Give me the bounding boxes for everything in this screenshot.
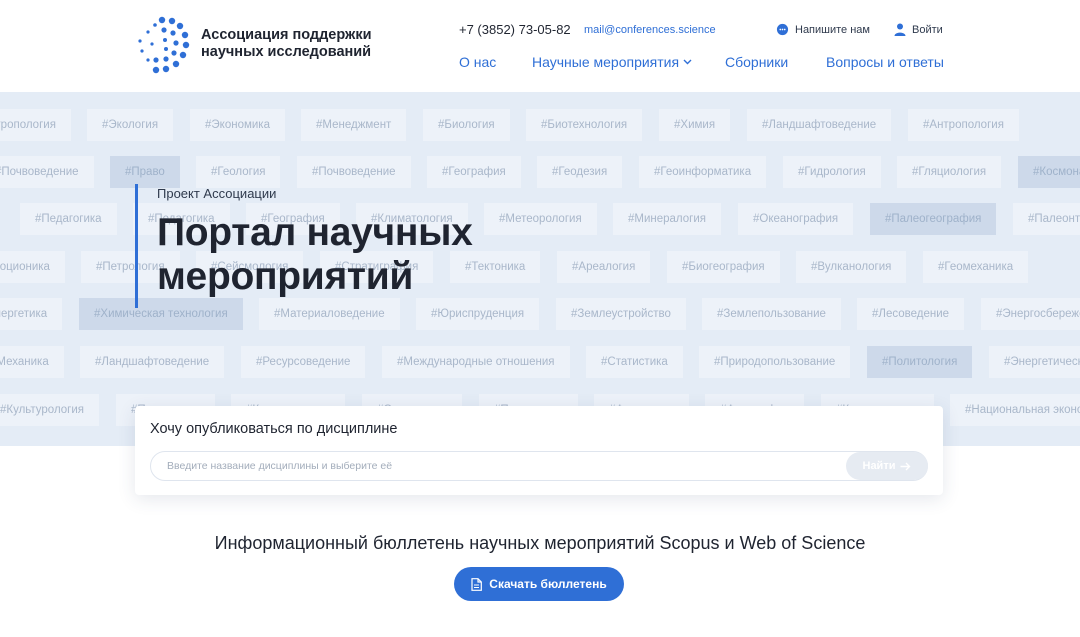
discipline-tag[interactable]: #Геология [196,156,281,188]
discipline-tag[interactable]: #Энергосбережение [981,298,1080,330]
login-link[interactable]: Войти [894,23,943,36]
discipline-tag[interactable]: #Экология [87,109,174,141]
phone-link[interactable]: +7 (3852) 73-05-82 [459,22,571,37]
page-title-line-2: мероприятий [157,255,414,298]
discipline-tag[interactable]: #Национальная экономика [950,394,1080,426]
logo-line-2: научных исследований [201,44,372,60]
logo-line-1: Ассоциация поддержки [201,27,372,43]
download-bulletin-button[interactable]: Скачать бюллетень [454,567,624,601]
discipline-tag[interactable]: #Соционика [0,251,65,283]
discipline-tag[interactable]: #Химия [659,109,731,141]
hero-subtitle: Проект Ассоциации [157,186,277,201]
discipline-tag[interactable]: #Политология [867,346,973,378]
discipline-tag[interactable]: #Почвоведение [297,156,411,188]
logo-icon[interactable] [134,16,190,76]
discipline-search-card: Хочу опубликоваться по дисциплине Найти [135,406,943,495]
discipline-tag[interactable]: #Культурология [0,394,100,426]
discipline-tag[interactable]: #Геодезия [537,156,623,188]
discipline-tag[interactable]: #Метеорология [484,203,597,235]
discipline-tag[interactable]: #Антропология [0,109,71,141]
discipline-tag[interactable]: #Ландшафтоведение [80,346,225,378]
page-title: Портал научных мероприятий [157,211,473,299]
discipline-tag[interactable]: #Ландшафтоведение [747,109,892,141]
chat-icon [776,23,789,36]
discipline-tag[interactable]: #Педагогика [20,203,117,235]
discipline-tag[interactable]: #Природопользование [699,346,851,378]
nav-faq[interactable]: Вопросы и ответы [826,54,944,70]
hero-accent-bar [135,184,138,308]
discipline-tag[interactable]: #Юриспруденция [416,298,540,330]
download-bulletin-label: Скачать бюллетень [489,577,607,591]
discipline-tag[interactable]: #География [427,156,521,188]
discipline-tag[interactable]: #Механика [0,346,64,378]
discipline-tag[interactable]: #Биогеография [667,251,780,283]
chevron-down-icon [683,59,692,65]
email-link[interactable]: mail@conferences.science [584,24,716,36]
discipline-tag[interactable]: #Землепользование [702,298,841,330]
discipline-tag[interactable]: #Материаловедение [259,298,400,330]
discipline-tag[interactable]: #Палеогеография [870,203,997,235]
document-icon [471,577,483,591]
discipline-tag[interactable]: #Вулканология [796,251,907,283]
discipline-tag[interactable]: #Статистика [586,346,683,378]
nav-about[interactable]: О нас [459,54,496,70]
discipline-tag[interactable]: #Космонавтика [1018,156,1080,188]
discipline-tag[interactable]: #Геоинформатика [639,156,767,188]
discipline-tag[interactable]: #Энергетика [0,298,63,330]
find-button-label: Найти [862,460,896,472]
bulletin-title: Информационный бюллетень научных меропри… [214,533,866,553]
discipline-tag[interactable]: #Антропология [908,109,1019,141]
arrow-right-icon [900,462,911,470]
discipline-tag[interactable]: #Ресурсоведение [241,346,366,378]
discipline-tag[interactable]: #Почвоведение [0,156,94,188]
nav-collections[interactable]: Сборники [725,54,788,70]
search-card-title: Хочу опубликоваться по дисциплине [150,421,398,437]
site-header: Ассоциация поддержки научных исследовани… [0,0,1080,92]
discipline-tag[interactable]: #Международные отношения [382,346,570,378]
page-title-line-1: Портал научных [157,211,473,254]
discipline-tag[interactable]: #Экономика [190,109,285,141]
hero-section: #Антропология #Экология #Экономика #Менеджм… [0,92,1080,446]
discipline-tag[interactable]: #Менеджмент [301,109,407,141]
discipline-tag[interactable]: #Минералогия [613,203,722,235]
discipline-tag[interactable]: #Право [110,156,180,188]
write-us-label: Напишите нам [795,23,870,36]
discipline-tag[interactable]: #Гляциология [897,156,1002,188]
discipline-tag[interactable]: #Океанография [738,203,854,235]
discipline-search-input[interactable] [150,451,928,481]
discipline-tag[interactable]: #Ареалогия [557,251,651,283]
discipline-tag[interactable]: #Геомеханика [923,251,1029,283]
discipline-tag[interactable]: #Энергетическая безопасность [989,346,1080,378]
nav-events[interactable]: Научные мероприятия [532,54,692,70]
discipline-tag[interactable]: #Биотехнология [526,109,643,141]
discipline-tag[interactable]: #Лесоведение [857,298,965,330]
nav-events-label: Научные мероприятия [532,54,680,70]
discipline-tag[interactable]: #Палеонтология [1013,203,1080,235]
user-icon [894,23,906,36]
login-label: Войти [912,23,943,36]
discipline-tag[interactable]: #Химическая технология [79,298,243,330]
logo-text[interactable]: Ассоциация поддержки научных исследовани… [201,27,372,61]
write-us-link[interactable]: Напишите нам [776,23,870,36]
discipline-tag[interactable]: #Биология [423,109,510,141]
find-button[interactable]: Найти [846,452,928,480]
discipline-tag[interactable]: #Гидрология [783,156,881,188]
discipline-tag[interactable]: #Землеустройство [556,298,686,330]
